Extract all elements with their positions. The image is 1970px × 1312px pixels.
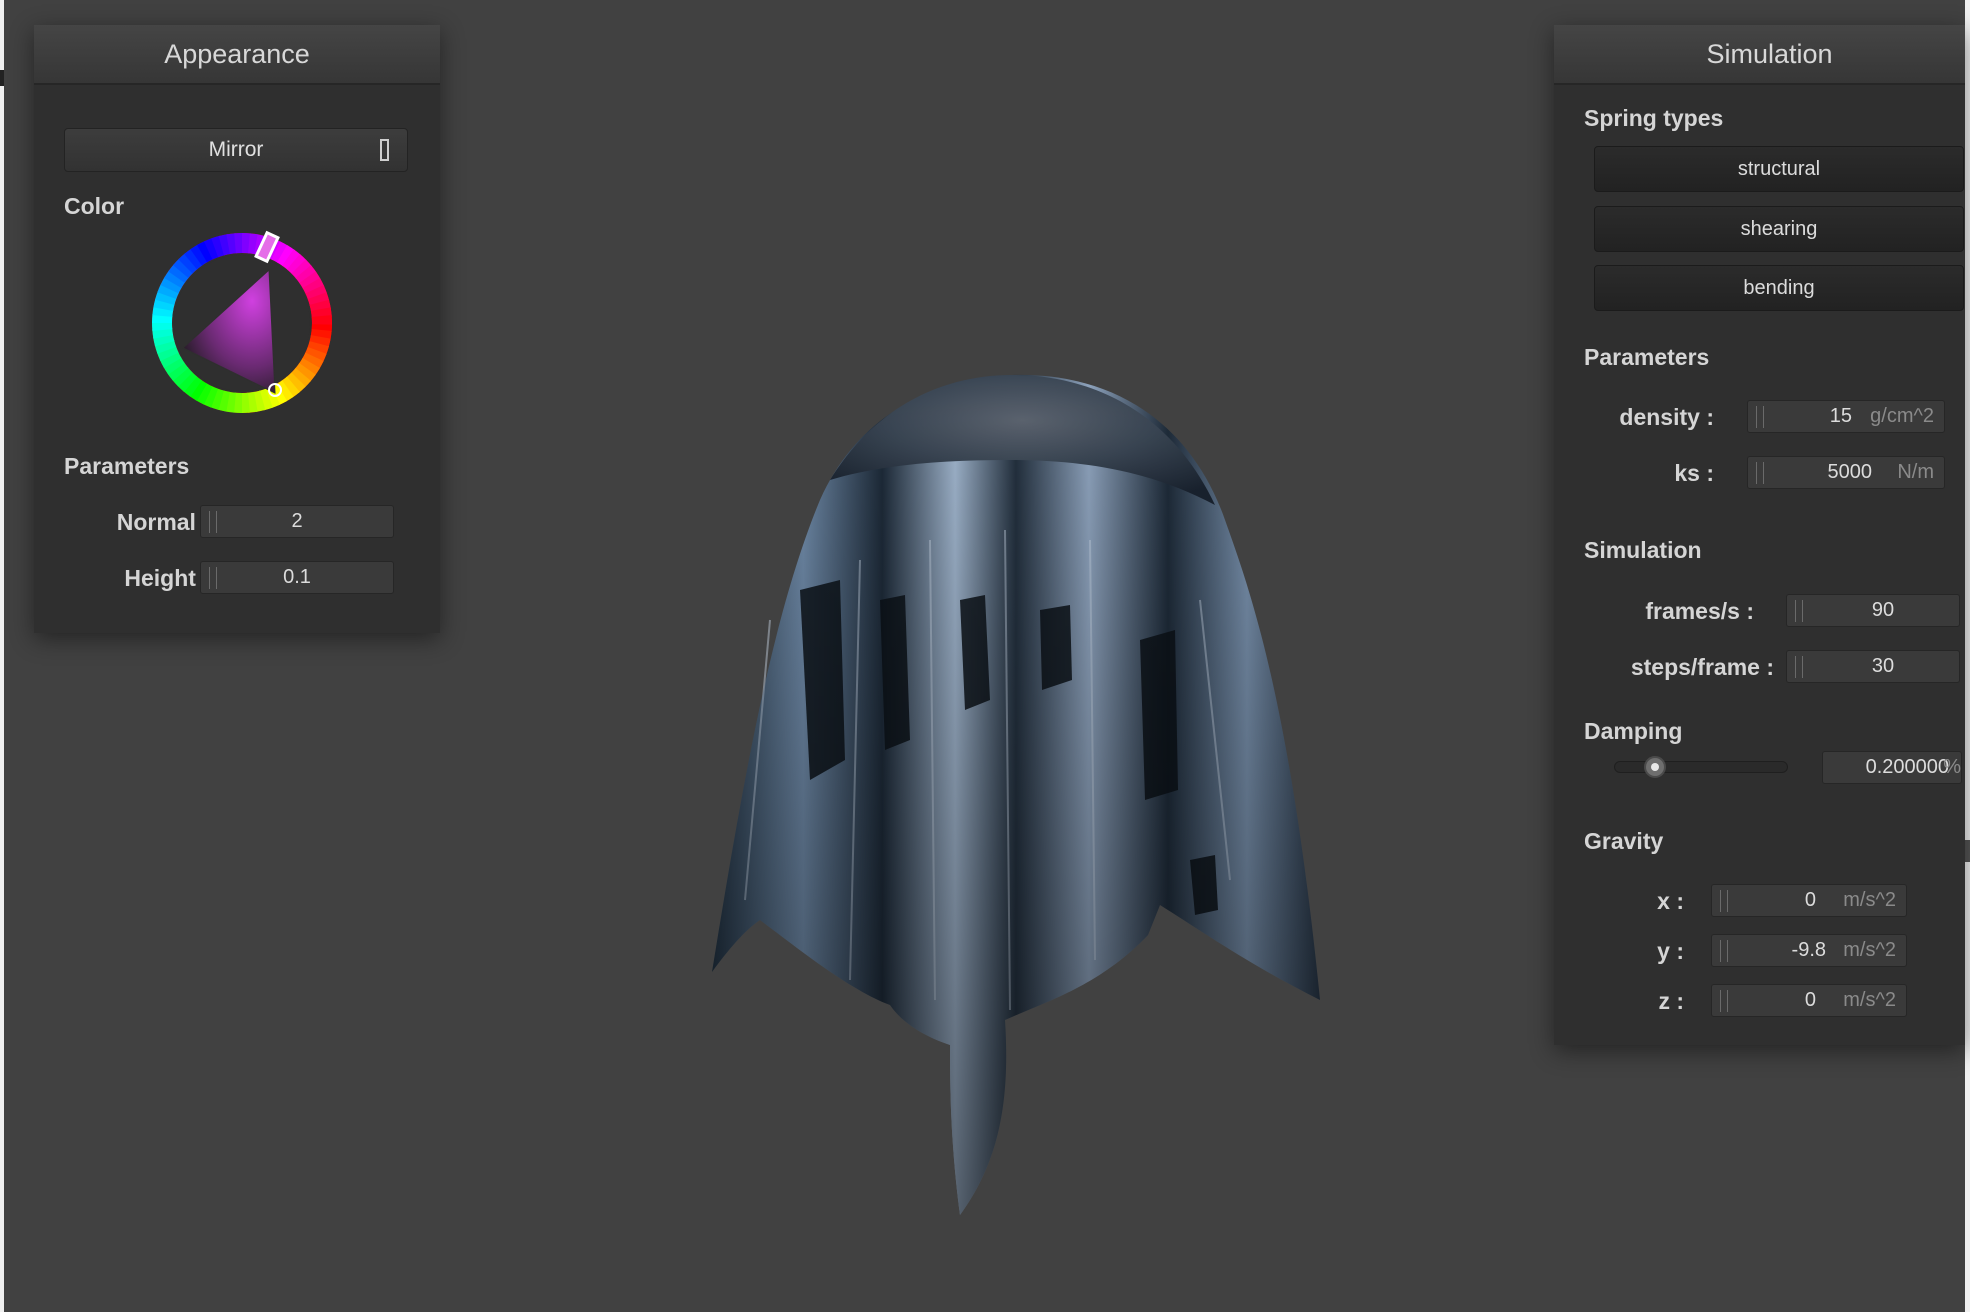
ks-input[interactable]: 5000 N/m [1747,456,1945,489]
fps-value: 90 [1871,599,1895,621]
spring-structural-button[interactable]: structural [1594,146,1964,192]
simulation-panel: Simulation Spring types structural shear… [1554,25,1965,1045]
drag-grip-icon[interactable] [1795,656,1803,678]
window-right-edge-mark [1965,840,1970,862]
damping-unit: % [1943,756,1961,778]
steps-value: 30 [1871,655,1895,677]
cloth-shading [712,374,1320,1215]
dropdown-caret-icon [380,139,389,161]
color-wheel[interactable] [147,228,337,418]
drag-grip-icon[interactable] [1756,406,1764,428]
gravity-x-value: 0 [1804,889,1816,911]
steps-input[interactable]: 30 [1786,650,1960,683]
damping-slider-track[interactable] [1614,761,1788,773]
color-section-title: Color [64,193,125,219]
appearance-parameters-title: Parameters [64,453,190,479]
gravity-z-value: 0 [1804,989,1816,1011]
spring-structural-label: structural [1737,157,1821,180]
normal-value: 2 [291,510,303,532]
damping-slider-knob[interactable] [1644,756,1667,778]
ks-value: 5000 [1827,461,1873,483]
gravity-y-unit: m/s^2 [1843,939,1896,961]
normal-label: Normal : [116,509,210,535]
gravity-x-input[interactable]: 0 m/s^2 [1711,884,1907,917]
density-label: density : [1619,404,1714,430]
gravity-y-value: -9.8 [1791,939,1826,961]
appearance-panel: Appearance Mirror Color Parameters Norma… [34,25,440,633]
gravity-y-label: y : [1657,938,1684,964]
damping-value: 0.200000 [1865,756,1949,778]
simulation-title: Simulation [1706,38,1833,69]
height-label: Height : [124,565,210,591]
drag-grip-icon[interactable] [1720,990,1728,1012]
height-value: 0.1 [283,566,311,588]
density-unit: g/cm^2 [1870,405,1934,427]
simulation-parameters-title: Parameters [1584,344,1710,370]
window-left-edge [0,0,4,1312]
window-left-edge-mark [0,70,4,86]
fps-input[interactable]: 90 [1786,594,1960,627]
ks-label: ks : [1674,460,1714,486]
gravity-x-label: x : [1657,888,1684,914]
normal-input[interactable]: 2 [200,505,394,538]
material-dropdown-value: Mirror [208,138,264,161]
damping-title: Damping [1584,718,1683,744]
height-input[interactable]: 0.1 [200,561,394,594]
spring-bending-button[interactable]: bending [1594,265,1964,311]
gravity-y-input[interactable]: -9.8 m/s^2 [1711,934,1907,967]
gravity-title: Gravity [1584,828,1664,854]
appearance-panel-header[interactable]: Appearance [34,25,440,85]
material-dropdown[interactable]: Mirror [64,128,408,172]
damping-input[interactable]: 0.200000 % [1822,751,1962,784]
gravity-z-input[interactable]: 0 m/s^2 [1711,984,1907,1017]
density-input[interactable]: 15 g/cm^2 [1747,400,1945,433]
drag-grip-icon[interactable] [1756,462,1764,484]
fps-label: frames/s : [1645,598,1754,624]
simulation-section-title: Simulation [1584,537,1702,563]
appearance-title: Appearance [164,38,310,69]
app-window: Appearance Mirror Color Parameters Norma… [0,0,1970,1312]
drag-grip-icon[interactable] [1795,600,1803,622]
simulation-panel-header[interactable]: Simulation [1554,25,1965,85]
ks-unit: N/m [1897,461,1934,483]
gravity-z-unit: m/s^2 [1843,989,1896,1011]
spring-shearing-label: shearing [1740,217,1818,240]
spring-bending-label: bending [1743,276,1815,299]
density-value: 15 [1829,405,1852,427]
spring-shearing-button[interactable]: shearing [1594,206,1964,252]
window-right-edge [1965,0,1970,1312]
drag-grip-icon[interactable] [1720,890,1728,912]
gravity-x-unit: m/s^2 [1843,889,1896,911]
spring-types-title: Spring types [1584,105,1724,131]
drag-grip-icon[interactable] [1720,940,1728,962]
steps-label: steps/frame : [1630,654,1774,680]
gravity-z-label: z : [1658,988,1684,1014]
